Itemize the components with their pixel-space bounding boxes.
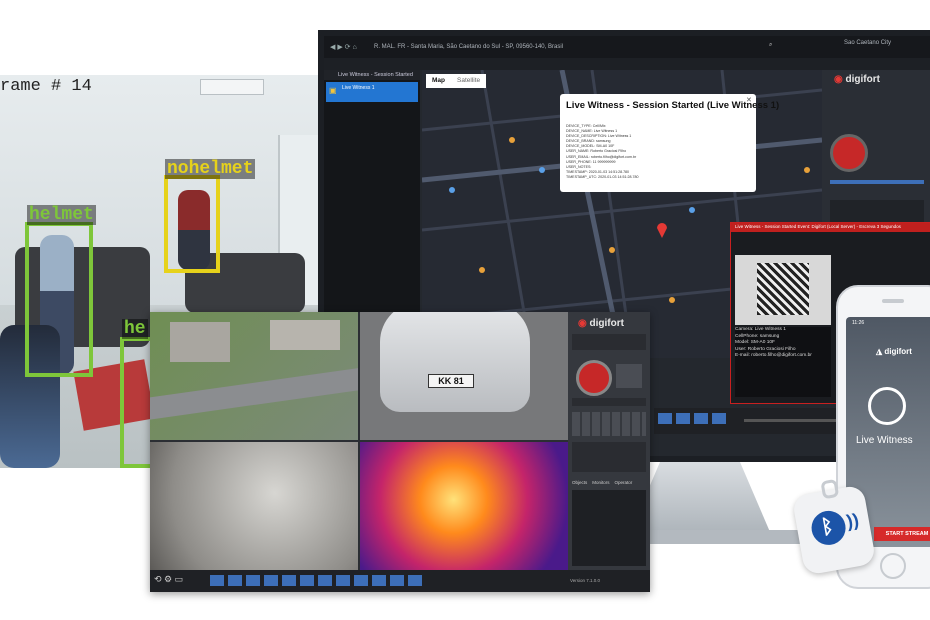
date-fields: [572, 334, 646, 350]
popup-fields: DEVICE_TYPE: Cell/Mix DEVICE_NAME: Live …: [566, 124, 638, 180]
client-control-panel: ◉ digifort Objects Monitors Operator: [568, 312, 650, 570]
logo-icon: ◉: [834, 74, 843, 85]
layout-button[interactable]: [336, 575, 350, 586]
layout-button[interactable]: [354, 575, 368, 586]
alert-info: Camera: Live Witness 1 CellPhone: samsun…: [735, 327, 831, 397]
layout-button[interactable]: [694, 413, 708, 424]
alert-info-line: E-mail: roberto.filho@digifort.com.br: [735, 353, 812, 358]
highway: [150, 364, 358, 422]
top-right-text: Sao Caetano City: [844, 40, 892, 46]
phone-app-title: Live Witness: [856, 435, 913, 446]
top-bar: ◀ ▶ ⟳ ⌂ R. MAL. FR - Santa Maria, São Ca…: [324, 36, 930, 58]
camera-tile-car[interactable]: KK 81: [360, 312, 568, 440]
digifort-client-window: KK 81 ◉ digifort Objects Monitors Operat…: [150, 312, 650, 592]
address-text: R. MAL. FR - Santa Maria, São Caetano do…: [374, 44, 563, 50]
buildings: [270, 320, 340, 350]
popup-field: USER_EMAIL: roberto.filho@digifort.com.b…: [566, 154, 637, 159]
sidebar-event-label: Live Witness 1: [342, 85, 375, 91]
zoom-buttons[interactable]: [616, 364, 642, 388]
layout-button[interactable]: [228, 575, 242, 586]
zoom-slider[interactable]: [830, 180, 924, 184]
signal-waves-icon: )): [845, 509, 861, 532]
camera-tile-aerial[interactable]: [150, 312, 358, 440]
camera-icon: ▣: [329, 86, 337, 95]
client-logo: ◉ digifort: [578, 318, 624, 329]
layout-button[interactable]: [658, 413, 672, 424]
digifort-logo: ◉ digifort: [834, 74, 880, 85]
ptz-joystick[interactable]: [576, 360, 612, 396]
detection-box-nohelmet: [164, 175, 220, 273]
qr-code-icon: [757, 263, 809, 315]
client-toolbar: ⟲ ⚙ ▭ Version 7.1.0.0: [150, 570, 650, 592]
layout-button[interactable]: [712, 413, 726, 424]
layout-button[interactable]: [408, 575, 422, 586]
layout-button[interactable]: [264, 575, 278, 586]
logo-icon: ◉: [578, 318, 587, 329]
phone-logo: ◮ digifort: [876, 347, 912, 356]
event-popup: Live Witness - Session Started (Live Wit…: [560, 94, 779, 192]
car-body: [380, 312, 530, 412]
layout-button[interactable]: [676, 413, 690, 424]
sidebar-event-item[interactable]: ▣ Live Witness 1: [326, 82, 418, 102]
client-menu: Objects Monitors Operator: [572, 480, 646, 485]
location-eye-icon: [868, 387, 906, 425]
layout-button[interactable]: [390, 575, 404, 586]
menu-objects[interactable]: Objects: [572, 480, 587, 485]
camera-tile-smoke[interactable]: [150, 442, 358, 570]
tab-satellite[interactable]: Satellite: [451, 74, 486, 88]
detection-label-helmet-2: he: [122, 319, 148, 339]
ptz-fields: [572, 442, 646, 472]
preset-buttons[interactable]: [572, 412, 646, 436]
phone-time: 11:26: [852, 320, 865, 326]
popup-field: TIMESTAMP_UTC: 2020-01-03 14:51:28.780: [566, 174, 639, 179]
object-tree[interactable]: [572, 490, 646, 566]
menu-monitors[interactable]: Monitors: [592, 480, 609, 485]
camera-tile-thermal[interactable]: [360, 442, 568, 570]
layout-button[interactable]: [318, 575, 332, 586]
tab-map[interactable]: Map: [426, 74, 451, 88]
speed-slider[interactable]: [572, 398, 646, 406]
layout-button[interactable]: [282, 575, 296, 586]
map-type-toggle: Map Satellite: [426, 74, 487, 88]
alert-header-text: Live Witness - Session Started Event: Di…: [735, 224, 901, 229]
toolbar-icons[interactable]: ⟲ ⚙ ▭: [154, 574, 183, 585]
ceiling-light: [200, 79, 264, 95]
tab-strip: [324, 58, 930, 70]
license-plate: KK 81: [428, 374, 474, 388]
layout-button[interactable]: [372, 575, 386, 586]
detection-box-helmet: [25, 222, 93, 377]
detection-label-nohelmet: nohelmet: [165, 159, 256, 179]
version-text: Version 7.1.0.0: [570, 578, 601, 583]
alert-header: Live Witness - Session Started Event: Di…: [731, 223, 930, 232]
sidebar-title: Live Witness - Session Started: [324, 70, 420, 80]
layout-button[interactable]: [210, 575, 224, 586]
buildings: [170, 322, 230, 362]
search-icon[interactable]: ⌕: [769, 42, 772, 49]
bluetooth-icon: ᛒ: [808, 508, 849, 548]
home-button[interactable]: [880, 553, 906, 579]
start-stream-button[interactable]: START STREAM: [874, 527, 930, 541]
layout-button[interactable]: [300, 575, 314, 586]
layout-button[interactable]: [246, 575, 260, 586]
phone-speaker: [882, 299, 904, 303]
ptz-joystick[interactable]: [830, 134, 868, 172]
beacon-ring: [820, 478, 840, 500]
close-icon[interactable]: ✕: [746, 96, 752, 104]
nav-icons[interactable]: ◀ ▶ ⟳ ⌂: [330, 43, 357, 51]
menu-operator[interactable]: Operator: [615, 480, 633, 485]
detection-label-helmet: helmet: [27, 205, 96, 225]
alert-snapshot: [735, 255, 831, 325]
bluetooth-beacon: ᛒ )): [791, 478, 877, 576]
frame-counter: rame # 14: [0, 77, 92, 96]
